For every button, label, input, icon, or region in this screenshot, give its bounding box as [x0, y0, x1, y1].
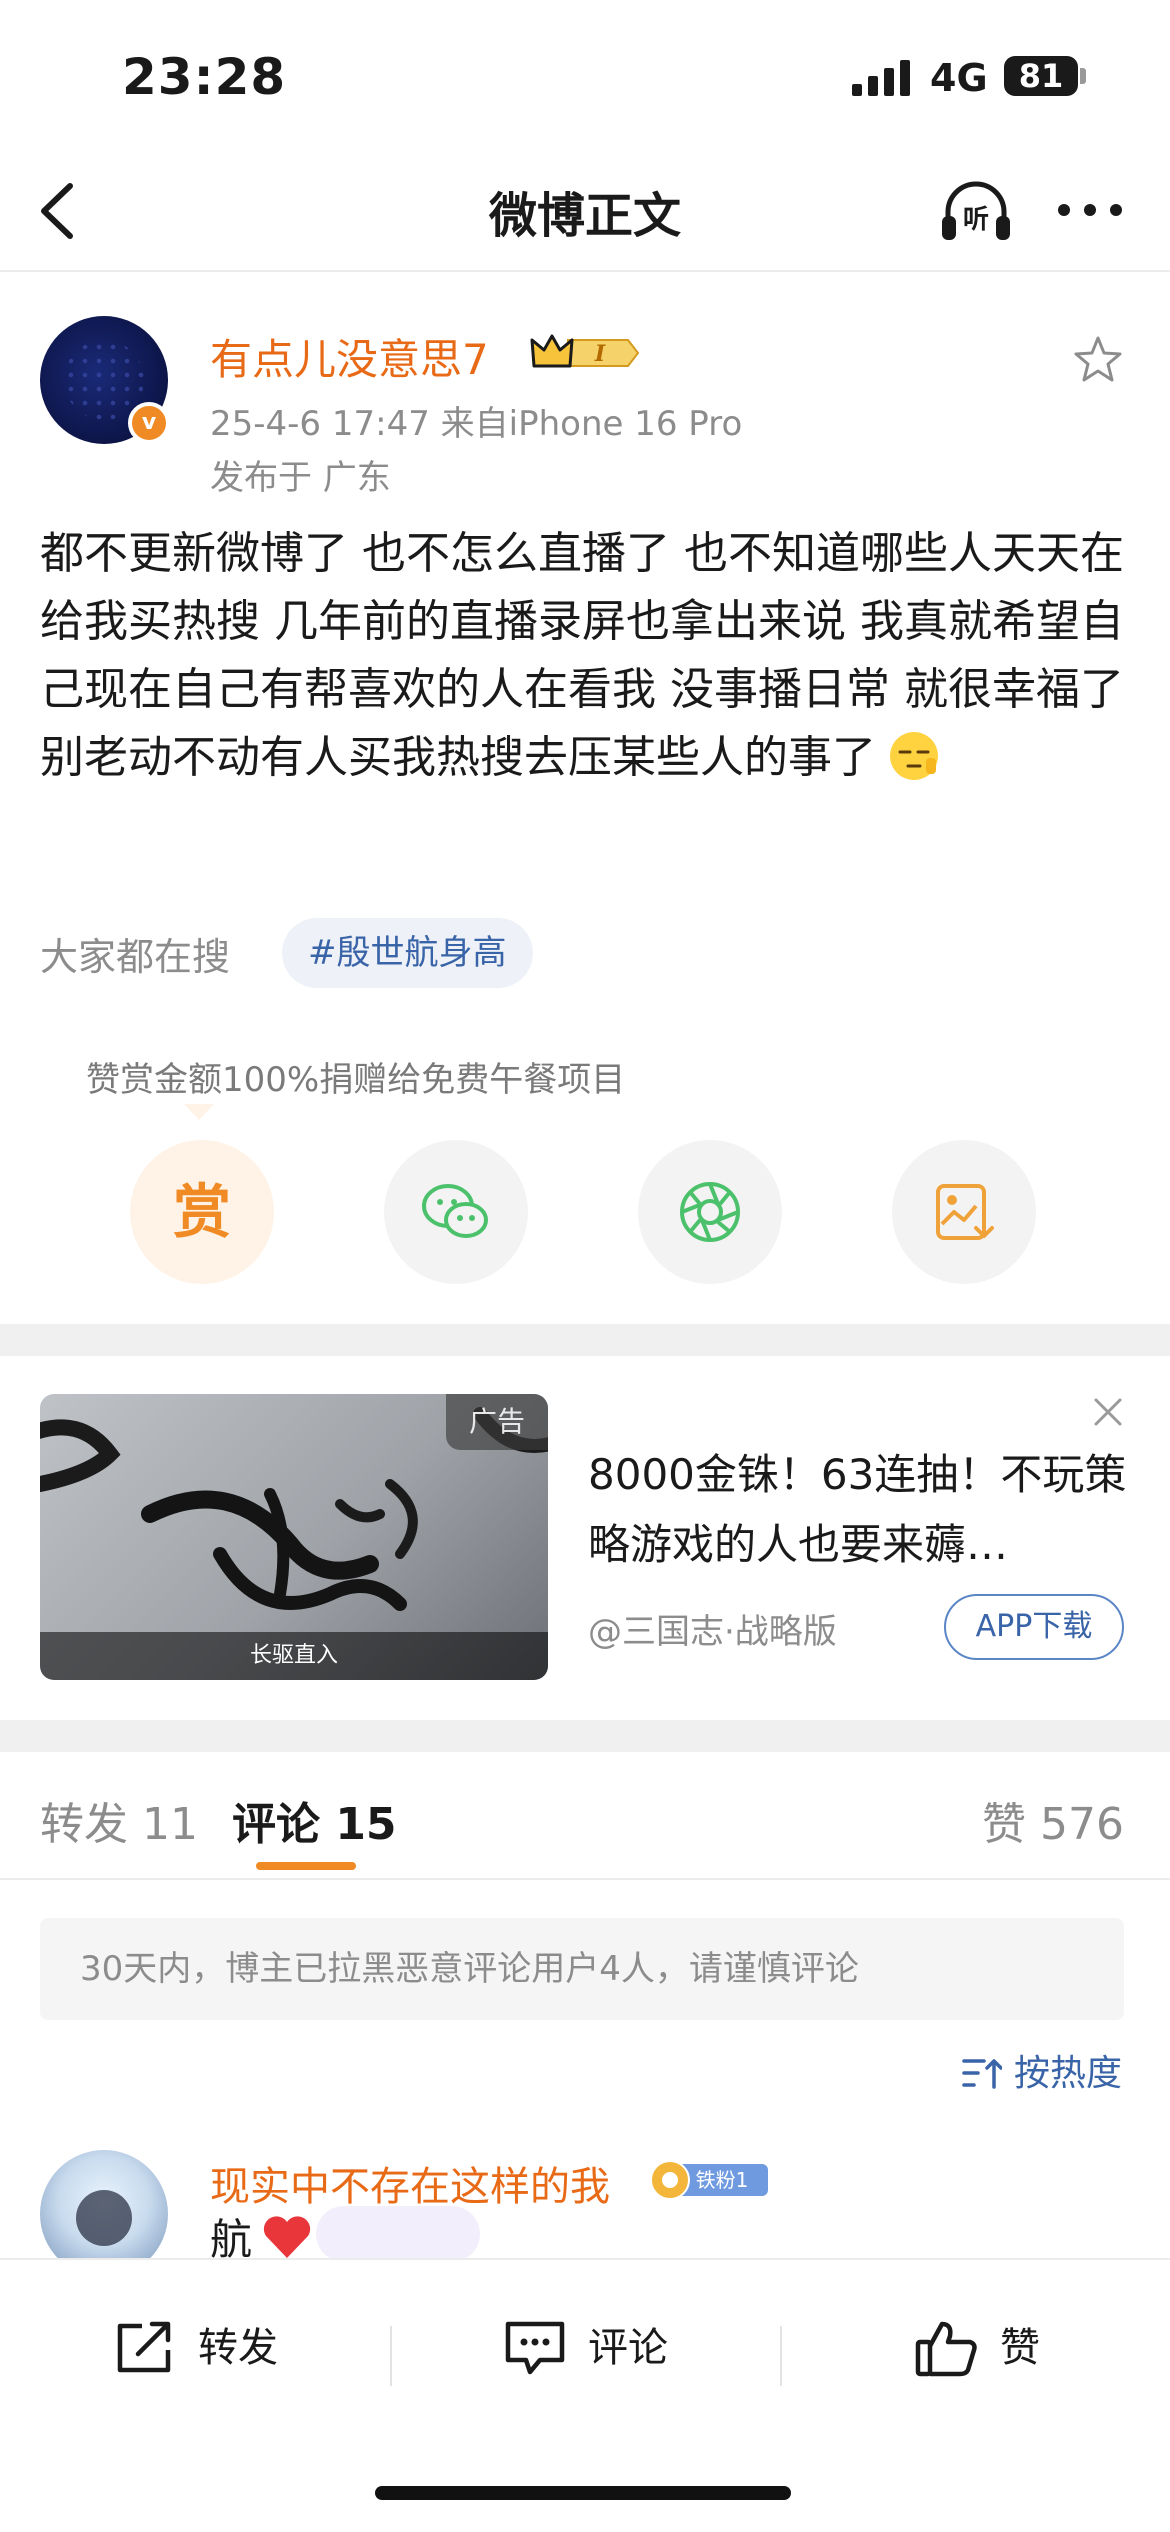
home-indicator[interactable] [375, 2486, 791, 2500]
ad-caption: 长驱直入 [40, 1632, 548, 1680]
sort-icon [962, 2059, 1002, 2089]
post-body: 都不更新微博了 也不怎么直播了 也不知道哪些人天天在给我买热搜 几年前的直播录屏… [40, 520, 1140, 792]
save-image-icon [936, 1184, 994, 1240]
heart-icon [263, 2216, 311, 2258]
nav-bar: 微博正文 听 [0, 150, 1170, 272]
signal-icon [852, 60, 910, 96]
share-moments-button[interactable] [638, 1140, 782, 1284]
ad-image[interactable]: 广告 长驱直入 [40, 1394, 548, 1680]
status-bar: 23:28 4G 81 [0, 0, 1170, 150]
share-wechat-button[interactable] [384, 1140, 528, 1284]
svg-text:听: 听 [963, 205, 989, 235]
ad-title[interactable]: 8000金铢！63连抽！不玩策略游戏的人也要来薅… [588, 1440, 1128, 1580]
like-icon [915, 2321, 977, 2377]
wechat-icon [422, 1184, 488, 1238]
toolbar-divider [390, 2326, 392, 2386]
interaction-tabs: 转发 11 评论 15 赞 576 [0, 1752, 1170, 1880]
reward-button[interactable]: 赏 [130, 1140, 274, 1284]
battery-cap [1080, 68, 1086, 84]
share-icon [117, 2321, 171, 2373]
more-icon[interactable] [1054, 190, 1126, 230]
reward-tip: 赞赏金额100%捐赠给免费午餐项目 [86, 1060, 626, 1100]
comment-notice: 30天内，博主已拉黑恶意评论用户4人，请谨慎评论 [40, 1918, 1124, 2020]
post-text: 都不更新微博了 也不怎么直播了 也不知道哪些人天天在给我买热搜 几年前的直播录屏… [40, 528, 1124, 783]
comment-label: 评论 [588, 2325, 668, 2371]
comment-text-body: 航 [210, 2215, 253, 2264]
save-image-button[interactable] [892, 1140, 1036, 1284]
like-label: 赞 [1000, 2325, 1040, 2371]
member-crown-badge[interactable]: I [528, 328, 640, 378]
verified-badge-icon: v [128, 402, 170, 444]
hashtag-chip[interactable]: #殷世航身高 [282, 918, 533, 988]
repost-label: 转发 [198, 2325, 278, 2371]
fan-badge-text: 铁粉1 [696, 2168, 749, 2192]
avatar-pattern [64, 340, 144, 420]
ad-source[interactable]: @三国志·战略版 [588, 1604, 837, 1653]
comment-icon [505, 2321, 565, 2375]
sort-button[interactable]: 按热度 [962, 2044, 1122, 2104]
tab-comments[interactable]: 评论 15 [232, 1788, 397, 1852]
author-name[interactable]: 有点儿没意思7 [210, 326, 489, 387]
fan-badge: 铁粉1 [650, 2160, 768, 2200]
close-icon[interactable] [1088, 1392, 1128, 1432]
tab-likes[interactable]: 赞 576 [982, 1788, 1124, 1852]
ad-tag: 广告 [446, 1394, 548, 1450]
post-location: 发布于 广东 [210, 458, 391, 498]
reward-glyph: 赏 [172, 1178, 231, 1246]
tab-repost[interactable]: 转发 11 [40, 1788, 198, 1852]
commenter-name[interactable]: 现实中不存在这样的我 [210, 2154, 610, 2212]
sort-label: 按热度 [1014, 2053, 1123, 2094]
emoji-face-icon [890, 732, 938, 780]
moments-icon [680, 1182, 740, 1242]
status-time: 23:28 [122, 48, 287, 106]
badge-level-text: I [594, 341, 606, 367]
section-divider [0, 1720, 1170, 1752]
battery-level: 81 [1018, 57, 1064, 95]
tip-arrow-icon [184, 1104, 214, 1120]
battery-icon: 81 [1004, 56, 1078, 96]
star-icon[interactable] [1072, 334, 1124, 386]
section-divider [0, 1324, 1170, 1356]
network-type: 4G [930, 56, 988, 100]
active-tab-indicator [256, 1862, 356, 1870]
toolbar-divider [780, 2326, 782, 2386]
comment-sticker [316, 2206, 480, 2262]
listen-icon[interactable]: 听 [938, 176, 1014, 246]
post-meta: 25-4-6 17:47 来自iPhone 16 Pro [210, 404, 743, 444]
app-download-button[interactable]: APP下载 [944, 1594, 1124, 1660]
trending-search-label: 大家都在搜 [40, 935, 231, 979]
